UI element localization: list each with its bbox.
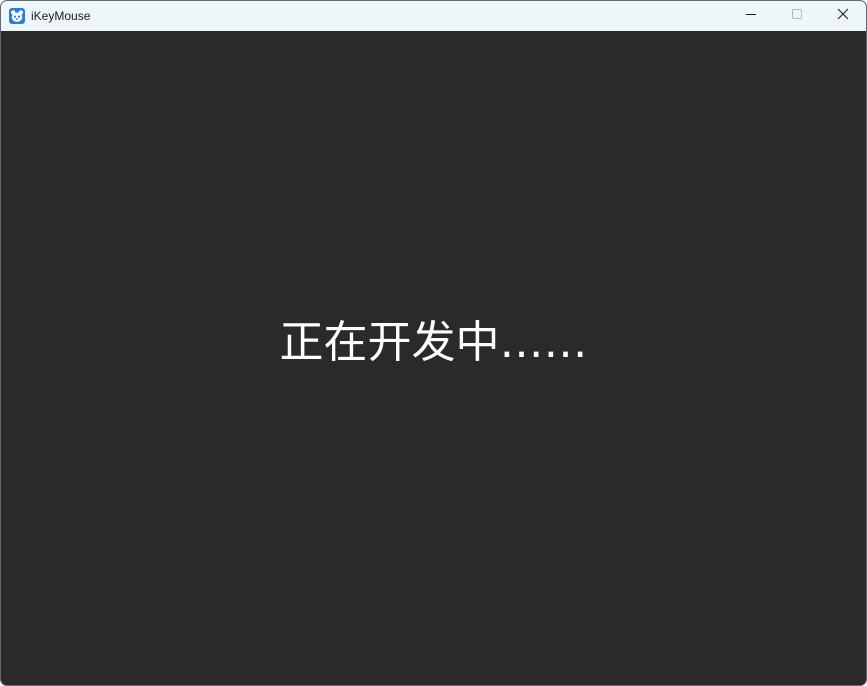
minimize-button[interactable] — [728, 1, 774, 31]
app-window: iKeyMouse 正在开发中…… — [0, 0, 867, 686]
window-controls — [728, 1, 866, 31]
window-title: iKeyMouse — [31, 9, 91, 23]
under-development-message: 正在开发中…… — [279, 317, 588, 368]
close-button[interactable] — [820, 1, 866, 31]
main-content: 正在开发中…… — [1, 31, 866, 685]
title-bar[interactable]: iKeyMouse — [1, 1, 866, 31]
close-icon — [837, 7, 849, 25]
minimize-icon — [745, 7, 757, 25]
maximize-button[interactable] — [774, 1, 820, 31]
app-icon — [9, 8, 25, 24]
maximize-icon — [791, 7, 803, 25]
